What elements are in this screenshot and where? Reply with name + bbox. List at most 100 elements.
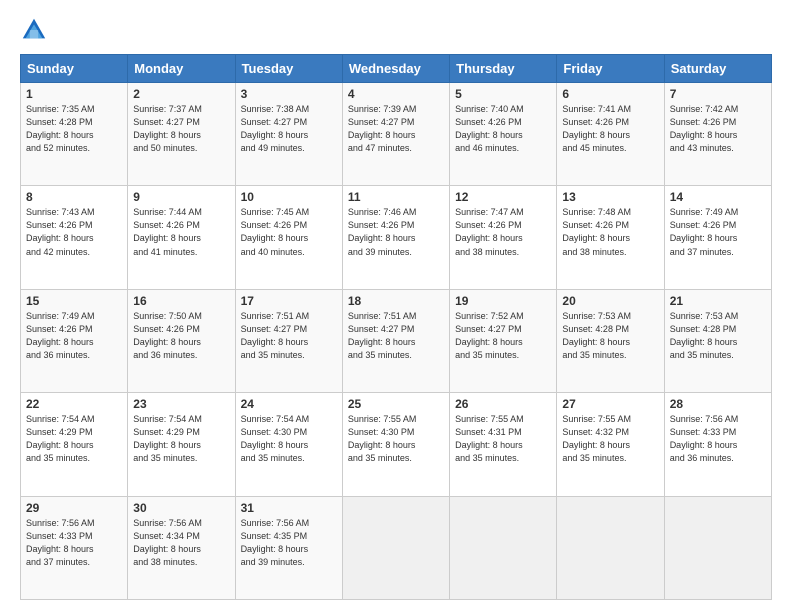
calendar-cell: 17 Sunrise: 7:51 AMSunset: 4:27 PMDayligh…	[235, 289, 342, 392]
day-info: Sunrise: 7:45 AMSunset: 4:26 PMDaylight:…	[241, 206, 337, 258]
day-number: 8	[26, 190, 122, 204]
calendar-cell: 5 Sunrise: 7:40 AMSunset: 4:26 PMDaylight…	[450, 83, 557, 186]
day-info: Sunrise: 7:55 AMSunset: 4:30 PMDaylight:…	[348, 413, 444, 465]
day-info: Sunrise: 7:54 AMSunset: 4:29 PMDaylight:…	[133, 413, 229, 465]
calendar-cell: 30 Sunrise: 7:56 AMSunset: 4:34 PMDayligh…	[128, 496, 235, 599]
day-info: Sunrise: 7:51 AMSunset: 4:27 PMDaylight:…	[241, 310, 337, 362]
day-info: Sunrise: 7:56 AMSunset: 4:33 PMDaylight:…	[26, 517, 122, 569]
day-info: Sunrise: 7:40 AMSunset: 4:26 PMDaylight:…	[455, 103, 551, 155]
day-info: Sunrise: 7:39 AMSunset: 4:27 PMDaylight:…	[348, 103, 444, 155]
day-number: 13	[562, 190, 658, 204]
day-number: 14	[670, 190, 766, 204]
calendar-cell: 26 Sunrise: 7:55 AMSunset: 4:31 PMDayligh…	[450, 393, 557, 496]
day-number: 18	[348, 294, 444, 308]
day-number: 11	[348, 190, 444, 204]
day-number: 5	[455, 87, 551, 101]
calendar-cell: 4 Sunrise: 7:39 AMSunset: 4:27 PMDaylight…	[342, 83, 449, 186]
calendar-cell: 21Sunrise: 7:53 AMSunset: 4:28 PMDayligh…	[664, 289, 771, 392]
calendar-cell	[664, 496, 771, 599]
day-info: Sunrise: 7:43 AMSunset: 4:26 PMDaylight:…	[26, 206, 122, 258]
day-number: 1	[26, 87, 122, 101]
day-info: Sunrise: 7:54 AMSunset: 4:30 PMDaylight:…	[241, 413, 337, 465]
day-number: 26	[455, 397, 551, 411]
calendar-cell: 11 Sunrise: 7:46 AMSunset: 4:26 PMDayligh…	[342, 186, 449, 289]
header-day-monday: Monday	[128, 55, 235, 83]
day-number: 25	[348, 397, 444, 411]
day-info: Sunrise: 7:48 AMSunset: 4:26 PMDaylight:…	[562, 206, 658, 258]
day-info: Sunrise: 7:41 AMSunset: 4:26 PMDaylight:…	[562, 103, 658, 155]
day-number: 7	[670, 87, 766, 101]
calendar-header-row: SundayMondayTuesdayWednesdayThursdayFrid…	[21, 55, 772, 83]
calendar-cell: 6 Sunrise: 7:41 AMSunset: 4:26 PMDaylight…	[557, 83, 664, 186]
calendar-cell: 10 Sunrise: 7:45 AMSunset: 4:26 PMDayligh…	[235, 186, 342, 289]
page: SundayMondayTuesdayWednesdayThursdayFrid…	[0, 0, 792, 612]
day-info: Sunrise: 7:55 AMSunset: 4:31 PMDaylight:…	[455, 413, 551, 465]
calendar-cell: 2Sunrise: 7:37 AMSunset: 4:27 PMDaylight…	[128, 83, 235, 186]
calendar-cell: 25 Sunrise: 7:55 AMSunset: 4:30 PMDayligh…	[342, 393, 449, 496]
day-info: Sunrise: 7:51 AMSunset: 4:27 PMDaylight:…	[348, 310, 444, 362]
day-number: 22	[26, 397, 122, 411]
day-info: Sunrise: 7:38 AMSunset: 4:27 PMDaylight:…	[241, 103, 337, 155]
calendar-cell: 7 Sunrise: 7:42 AMSunset: 4:26 PMDaylight…	[664, 83, 771, 186]
day-info: Sunrise: 7:46 AMSunset: 4:26 PMDaylight:…	[348, 206, 444, 258]
day-info: Sunrise: 7:56 AMSunset: 4:35 PMDaylight:…	[241, 517, 337, 569]
calendar-cell: 1 Sunrise: 7:35 AMSunset: 4:28 PMDaylight…	[21, 83, 128, 186]
calendar-cell: 29 Sunrise: 7:56 AMSunset: 4:33 PMDayligh…	[21, 496, 128, 599]
day-number: 17	[241, 294, 337, 308]
day-number: 3	[241, 87, 337, 101]
calendar-cell: 18 Sunrise: 7:51 AMSunset: 4:27 PMDayligh…	[342, 289, 449, 392]
day-number: 6	[562, 87, 658, 101]
day-info: Sunrise: 7:56 AMSunset: 4:34 PMDaylight:…	[133, 517, 229, 569]
calendar-week-3: 15 Sunrise: 7:49 AMSunset: 4:26 PMDayligh…	[21, 289, 772, 392]
calendar-cell: 8 Sunrise: 7:43 AMSunset: 4:26 PMDaylight…	[21, 186, 128, 289]
day-number: 15	[26, 294, 122, 308]
calendar-cell	[557, 496, 664, 599]
day-number: 29	[26, 501, 122, 515]
calendar-week-2: 8 Sunrise: 7:43 AMSunset: 4:26 PMDaylight…	[21, 186, 772, 289]
day-number: 28	[670, 397, 766, 411]
calendar-cell: 24 Sunrise: 7:54 AMSunset: 4:30 PMDayligh…	[235, 393, 342, 496]
header-day-thursday: Thursday	[450, 55, 557, 83]
calendar-table: SundayMondayTuesdayWednesdayThursdayFrid…	[20, 54, 772, 600]
day-info: Sunrise: 7:53 AMSunset: 4:28 PMDaylight:…	[670, 310, 766, 362]
calendar-cell	[342, 496, 449, 599]
day-number: 19	[455, 294, 551, 308]
day-info: Sunrise: 7:42 AMSunset: 4:26 PMDaylight:…	[670, 103, 766, 155]
day-number: 10	[241, 190, 337, 204]
day-number: 16	[133, 294, 229, 308]
header-day-tuesday: Tuesday	[235, 55, 342, 83]
day-number: 23	[133, 397, 229, 411]
day-info: Sunrise: 7:52 AMSunset: 4:27 PMDaylight:…	[455, 310, 551, 362]
header-day-friday: Friday	[557, 55, 664, 83]
header	[20, 16, 772, 44]
logo	[20, 16, 52, 44]
calendar-cell: 22 Sunrise: 7:54 AMSunset: 4:29 PMDayligh…	[21, 393, 128, 496]
calendar-cell: 20Sunrise: 7:53 AMSunset: 4:28 PMDayligh…	[557, 289, 664, 392]
day-number: 9	[133, 190, 229, 204]
calendar-cell: 16 Sunrise: 7:50 AMSunset: 4:26 PMDayligh…	[128, 289, 235, 392]
calendar-cell: 12Sunrise: 7:47 AMSunset: 4:26 PMDayligh…	[450, 186, 557, 289]
day-number: 24	[241, 397, 337, 411]
day-info: Sunrise: 7:54 AMSunset: 4:29 PMDaylight:…	[26, 413, 122, 465]
day-number: 31	[241, 501, 337, 515]
day-info: Sunrise: 7:35 AMSunset: 4:28 PMDaylight:…	[26, 103, 122, 155]
day-number: 30	[133, 501, 229, 515]
calendar-cell: 15 Sunrise: 7:49 AMSunset: 4:26 PMDayligh…	[21, 289, 128, 392]
day-info: Sunrise: 7:49 AMSunset: 4:26 PMDaylight:…	[26, 310, 122, 362]
day-number: 20	[562, 294, 658, 308]
header-day-saturday: Saturday	[664, 55, 771, 83]
calendar-cell: 13 Sunrise: 7:48 AMSunset: 4:26 PMDayligh…	[557, 186, 664, 289]
day-info: Sunrise: 7:37 AMSunset: 4:27 PMDaylight:…	[133, 103, 229, 155]
calendar-cell: 27Sunrise: 7:55 AMSunset: 4:32 PMDayligh…	[557, 393, 664, 496]
day-number: 12	[455, 190, 551, 204]
day-number: 4	[348, 87, 444, 101]
day-info: Sunrise: 7:50 AMSunset: 4:26 PMDaylight:…	[133, 310, 229, 362]
calendar-week-4: 22 Sunrise: 7:54 AMSunset: 4:29 PMDayligh…	[21, 393, 772, 496]
header-day-sunday: Sunday	[21, 55, 128, 83]
calendar-cell: 3 Sunrise: 7:38 AMSunset: 4:27 PMDaylight…	[235, 83, 342, 186]
day-info: Sunrise: 7:44 AMSunset: 4:26 PMDaylight:…	[133, 206, 229, 258]
calendar-week-1: 1 Sunrise: 7:35 AMSunset: 4:28 PMDaylight…	[21, 83, 772, 186]
calendar-cell: 23 Sunrise: 7:54 AMSunset: 4:29 PMDayligh…	[128, 393, 235, 496]
calendar-week-5: 29 Sunrise: 7:56 AMSunset: 4:33 PMDayligh…	[21, 496, 772, 599]
day-info: Sunrise: 7:55 AMSunset: 4:32 PMDaylight:…	[562, 413, 658, 465]
